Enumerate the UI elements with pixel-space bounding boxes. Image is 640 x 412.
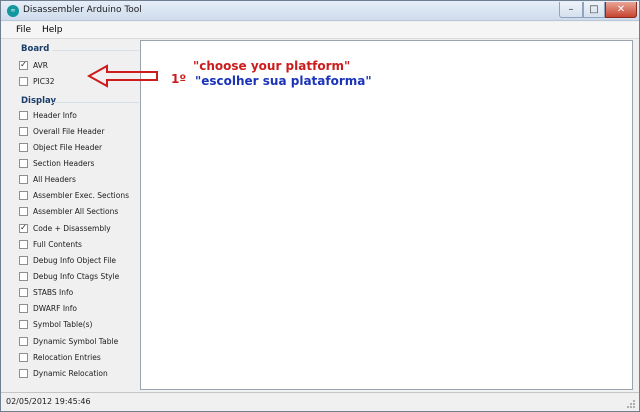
checkbox-unchecked-icon[interactable] xyxy=(19,142,28,152)
checkbox-label: Relocation Entries xyxy=(33,352,101,362)
checkbox-assembler-exec-sections[interactable]: Assembler Exec. Sections xyxy=(19,189,129,203)
checkbox-full-contents[interactable]: Full Contents xyxy=(19,237,82,251)
menu-file[interactable]: File xyxy=(16,25,31,35)
checkbox-dwarf-info[interactable]: DWARF Info xyxy=(19,302,77,316)
checkbox-assembler-all-sections[interactable]: Assembler All Sections xyxy=(19,205,118,219)
checkbox-stabs-info[interactable]: STABS Info xyxy=(19,286,73,300)
checkbox-label: Section Headers xyxy=(33,158,95,168)
checkbox-section-headers[interactable]: Section Headers xyxy=(19,156,94,170)
checkbox-label: Debug Info Object File xyxy=(33,255,116,265)
checkbox-unchecked-icon[interactable] xyxy=(19,320,28,330)
checkbox-pic32[interactable]: PIC32 xyxy=(19,74,55,88)
display-group-label: Display xyxy=(21,96,57,106)
checkbox-unchecked-icon[interactable] xyxy=(19,110,28,120)
window-title: Disassembler Arduino Tool xyxy=(23,5,142,15)
checkbox-label: Debug Info Ctags Style xyxy=(33,272,120,281)
checkbox-checked-icon[interactable]: ✓ xyxy=(19,223,28,233)
checkbox-unchecked-icon[interactable] xyxy=(19,352,28,362)
checkbox-label: STABS Info xyxy=(33,288,74,298)
annotation-step-number: 1º xyxy=(171,72,187,86)
close-button[interactable]: ✕ xyxy=(605,2,637,18)
status-datetime: 02/05/2012 19:45:46 xyxy=(6,397,91,406)
checkbox-object-file-header[interactable]: Object File Header xyxy=(19,140,102,154)
checkbox-all-headers[interactable]: All Headers xyxy=(19,173,76,187)
checkbox-unchecked-icon[interactable] xyxy=(19,272,28,281)
arduino-icon: ∞ xyxy=(7,5,19,17)
checkbox-header-info[interactable]: Header Info xyxy=(19,108,77,122)
checkbox-label: Dynamic Symbol Table xyxy=(33,336,119,346)
checkbox-symbol-table-s[interactable]: Symbol Table(s) xyxy=(19,318,92,332)
checkbox-label: Assembler Exec. Sections xyxy=(33,191,130,201)
checkbox-label: Symbol Table(s) xyxy=(33,320,93,330)
board-group-divider xyxy=(53,50,139,51)
annotation-english: "choose your platform" xyxy=(193,59,351,73)
menu-bar: File Help xyxy=(1,22,639,39)
minimize-button[interactable]: – xyxy=(559,2,583,18)
checkbox-checked-icon[interactable]: ✓ xyxy=(19,60,28,70)
maximize-button[interactable]: □ xyxy=(583,2,605,18)
checkbox-label: Overall File Header xyxy=(33,126,105,136)
annotation-portuguese: "escolher sua plataforma" xyxy=(195,74,372,88)
checkbox-label: DWARF Info xyxy=(33,304,78,314)
checkbox-relocation-entries[interactable]: Relocation Entries xyxy=(19,350,101,364)
checkbox-avr[interactable]: ✓ AVR xyxy=(19,58,48,72)
checkbox-unchecked-icon[interactable] xyxy=(19,126,28,136)
options-sidebar: Board ✓ AVR PIC32 Display Header Info Overa… xyxy=(11,44,139,386)
checkbox-debug-info-ctags-style[interactable]: Debug Info Ctags Style xyxy=(19,270,119,284)
checkbox-dynamic-symbol-table[interactable]: Dynamic Symbol Table xyxy=(19,334,118,348)
resize-grip-icon[interactable] xyxy=(626,399,636,409)
checkbox-label: Full Contents xyxy=(33,239,82,249)
checkbox-label: Object File Header xyxy=(33,142,103,152)
checkbox-unchecked-icon[interactable] xyxy=(19,158,28,168)
checkbox-label: Dynamic Relocation xyxy=(33,368,108,378)
checkbox-unchecked-icon[interactable] xyxy=(19,76,28,86)
checkbox-label: Assembler All Sections xyxy=(33,207,119,217)
checkbox-unchecked-icon[interactable] xyxy=(19,336,28,346)
checkbox-unchecked-icon[interactable] xyxy=(19,255,28,265)
checkbox-unchecked-icon[interactable] xyxy=(19,288,28,298)
output-panel[interactable] xyxy=(140,40,633,390)
title-bar[interactable]: ∞ Disassembler Arduino Tool – □ ✕ xyxy=(1,1,639,21)
menu-help[interactable]: Help xyxy=(42,25,63,35)
checkbox-debug-info-object-file[interactable]: Debug Info Object File xyxy=(19,253,116,267)
checkbox-overall-file-header[interactable]: Overall File Header xyxy=(19,124,104,138)
status-bar: 02/05/2012 19:45:46 xyxy=(1,392,639,411)
checkbox-unchecked-icon[interactable] xyxy=(19,207,28,217)
checkbox-unchecked-icon[interactable] xyxy=(19,191,28,201)
left-arrow-icon xyxy=(87,64,158,88)
app-window: ∞ Disassembler Arduino Tool – □ ✕ File H… xyxy=(0,0,640,412)
checkbox-dynamic-relocation[interactable]: Dynamic Relocation xyxy=(19,366,108,380)
checkbox-label: AVR xyxy=(33,60,48,70)
checkbox-unchecked-icon[interactable] xyxy=(19,239,28,249)
checkbox-code-disassembly[interactable]: ✓ Code + Disassembly xyxy=(19,221,111,235)
checkbox-unchecked-icon[interactable] xyxy=(19,175,28,185)
checkbox-label: PIC32 xyxy=(33,76,55,86)
checkbox-unchecked-icon[interactable] xyxy=(19,304,28,314)
board-group-label: Board xyxy=(21,44,50,54)
checkbox-label: All Headers xyxy=(33,175,76,185)
checkbox-unchecked-icon[interactable] xyxy=(19,368,28,378)
checkbox-label: Header Info xyxy=(33,110,77,120)
checkbox-label: Code + Disassembly xyxy=(33,223,111,233)
display-group-divider xyxy=(53,102,139,103)
